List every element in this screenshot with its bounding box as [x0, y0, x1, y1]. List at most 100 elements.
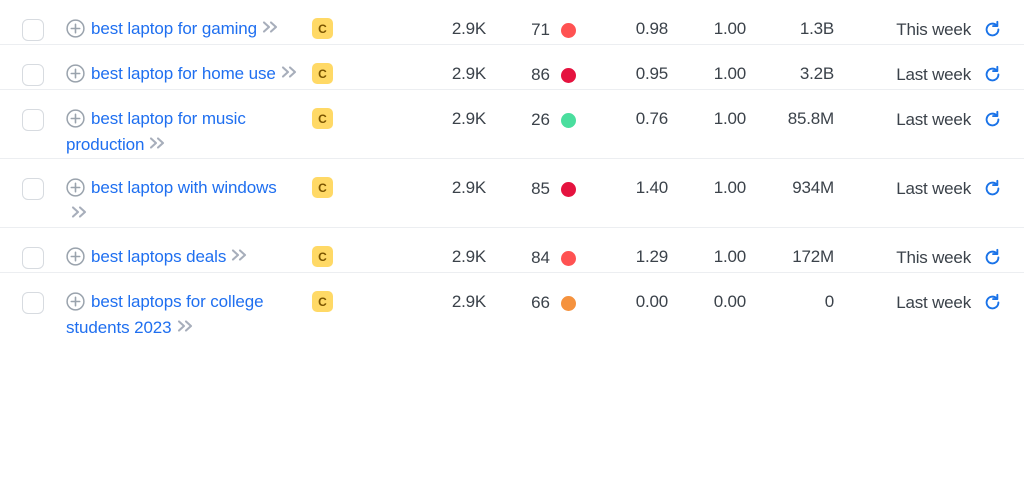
difficulty-indicator-dot	[561, 182, 576, 197]
cpc-value: 0.76	[635, 109, 668, 128]
keyword-difficulty-value: 84	[531, 248, 550, 267]
volume-value: 2.9K	[451, 19, 486, 38]
plus-circle-icon[interactable]	[66, 19, 85, 38]
competition-value: 1.00	[713, 64, 746, 83]
updated-label: Last week	[896, 179, 971, 198]
table-row: best laptops deals C 2.9K 84 1.29 1.00 172M Thi…	[0, 228, 1024, 273]
keyword-difficulty-cell: 84	[486, 228, 576, 269]
updated-label: This week	[896, 20, 971, 39]
row-select-cell	[0, 0, 66, 41]
results-value: 172M	[792, 247, 834, 266]
keyword-cell: best laptop for gaming	[66, 0, 304, 42]
updated-cell: Last week	[834, 90, 1024, 134]
keyword-difficulty-cell: 85	[486, 159, 576, 200]
intent-cell: C	[304, 273, 388, 312]
competition-value: 1.00	[713, 19, 746, 38]
results-value: 934M	[792, 178, 834, 197]
competition-value: 1.00	[713, 178, 746, 197]
keyword-link[interactable]: best laptop with windows	[91, 178, 277, 197]
intent-badge[interactable]: C	[312, 246, 333, 267]
row-checkbox[interactable]	[22, 19, 44, 41]
double-chevron-right-icon[interactable]	[177, 315, 194, 341]
difficulty-indicator-dot	[561, 113, 576, 128]
keyword-difficulty-value: 86	[531, 65, 550, 84]
difficulty-indicator-dot	[561, 296, 576, 311]
keyword-link[interactable]: best laptop for gaming	[91, 19, 257, 38]
table-row: best laptop for gaming C 2.9K 71 0.98 1.00 1.3…	[0, 0, 1024, 45]
results-value: 1.3B	[799, 19, 834, 38]
keyword-difficulty-cell: 71	[486, 0, 576, 41]
row-checkbox[interactable]	[22, 247, 44, 269]
row-select-cell	[0, 273, 66, 314]
keyword-cell: best laptop for home use	[66, 45, 304, 87]
updated-cell: Last week	[834, 273, 1024, 317]
cpc-value: 1.40	[635, 178, 668, 197]
keyword-difficulty-cell: 86	[486, 45, 576, 86]
updated-cell: Last week	[834, 45, 1024, 89]
row-select-cell	[0, 45, 66, 86]
plus-circle-icon[interactable]	[66, 178, 85, 197]
updated-cell: Last week	[834, 159, 1024, 203]
difficulty-indicator-dot	[561, 68, 576, 83]
double-chevron-right-icon[interactable]	[71, 201, 88, 227]
results-value: 85.8M	[787, 109, 834, 128]
updated-cell: This week	[834, 0, 1024, 44]
row-checkbox[interactable]	[22, 292, 44, 314]
table-row: best laptop for music production C 2.9K 26 0…	[0, 90, 1024, 159]
table-row: best laptop for home use C 2.9K 86 0.95 1.00 3…	[0, 45, 1024, 90]
results-value: 3.2B	[799, 64, 834, 83]
keyword-cell: best laptops deals	[66, 228, 304, 270]
refresh-icon[interactable]	[983, 65, 1002, 89]
keyword-difficulty-cell: 66	[486, 273, 576, 314]
keyword-results-table: best laptop for gaming C 2.9K 71 0.98 1.00 1.3…	[0, 0, 1024, 502]
double-chevron-right-icon[interactable]	[149, 132, 166, 158]
refresh-icon[interactable]	[983, 179, 1002, 203]
table-row: best laptops for college students 2023 C 2…	[0, 273, 1024, 341]
competition-value: 0.00	[713, 292, 746, 311]
keyword-link[interactable]: best laptop for home use	[91, 64, 276, 83]
intent-cell: C	[304, 45, 388, 84]
keyword-link[interactable]: best laptops for college students 2023	[66, 292, 264, 337]
row-select-cell	[0, 159, 66, 200]
updated-cell: This week	[834, 228, 1024, 272]
intent-cell: C	[304, 228, 388, 267]
plus-circle-icon[interactable]	[66, 292, 85, 311]
double-chevron-right-icon[interactable]	[281, 61, 298, 87]
keyword-link[interactable]: best laptops deals	[91, 247, 226, 266]
table-row: best laptop with windows C 2.9K 85 1.40 1.00 9…	[0, 159, 1024, 228]
cpc-value: 0.00	[635, 292, 668, 311]
intent-badge[interactable]: C	[312, 108, 333, 129]
volume-value: 2.9K	[451, 292, 486, 311]
refresh-icon[interactable]	[983, 20, 1002, 44]
competition-value: 1.00	[713, 247, 746, 266]
plus-circle-icon[interactable]	[66, 109, 85, 128]
refresh-icon[interactable]	[983, 293, 1002, 317]
row-checkbox[interactable]	[22, 178, 44, 200]
volume-value: 2.9K	[451, 178, 486, 197]
double-chevron-right-icon[interactable]	[231, 244, 248, 270]
keyword-cell: best laptops for college students 2023	[66, 273, 304, 341]
updated-label: Last week	[896, 110, 971, 129]
plus-circle-icon[interactable]	[66, 247, 85, 266]
intent-badge[interactable]: C	[312, 291, 333, 312]
double-chevron-right-icon[interactable]	[262, 16, 279, 42]
updated-label: This week	[896, 248, 971, 267]
intent-cell: C	[304, 159, 388, 198]
updated-label: Last week	[896, 293, 971, 312]
row-select-cell	[0, 228, 66, 269]
cpc-value: 1.29	[635, 247, 668, 266]
results-value: 0	[824, 292, 834, 311]
refresh-icon[interactable]	[983, 110, 1002, 134]
intent-badge[interactable]: C	[312, 18, 333, 39]
keyword-cell: best laptop for music production	[66, 90, 304, 158]
intent-badge[interactable]: C	[312, 63, 333, 84]
intent-badge[interactable]: C	[312, 177, 333, 198]
volume-value: 2.9K	[451, 109, 486, 128]
difficulty-indicator-dot	[561, 23, 576, 38]
refresh-icon[interactable]	[983, 248, 1002, 272]
cpc-value: 0.98	[635, 19, 668, 38]
plus-circle-icon[interactable]	[66, 64, 85, 83]
row-checkbox[interactable]	[22, 109, 44, 131]
cpc-value: 0.95	[635, 64, 668, 83]
row-checkbox[interactable]	[22, 64, 44, 86]
